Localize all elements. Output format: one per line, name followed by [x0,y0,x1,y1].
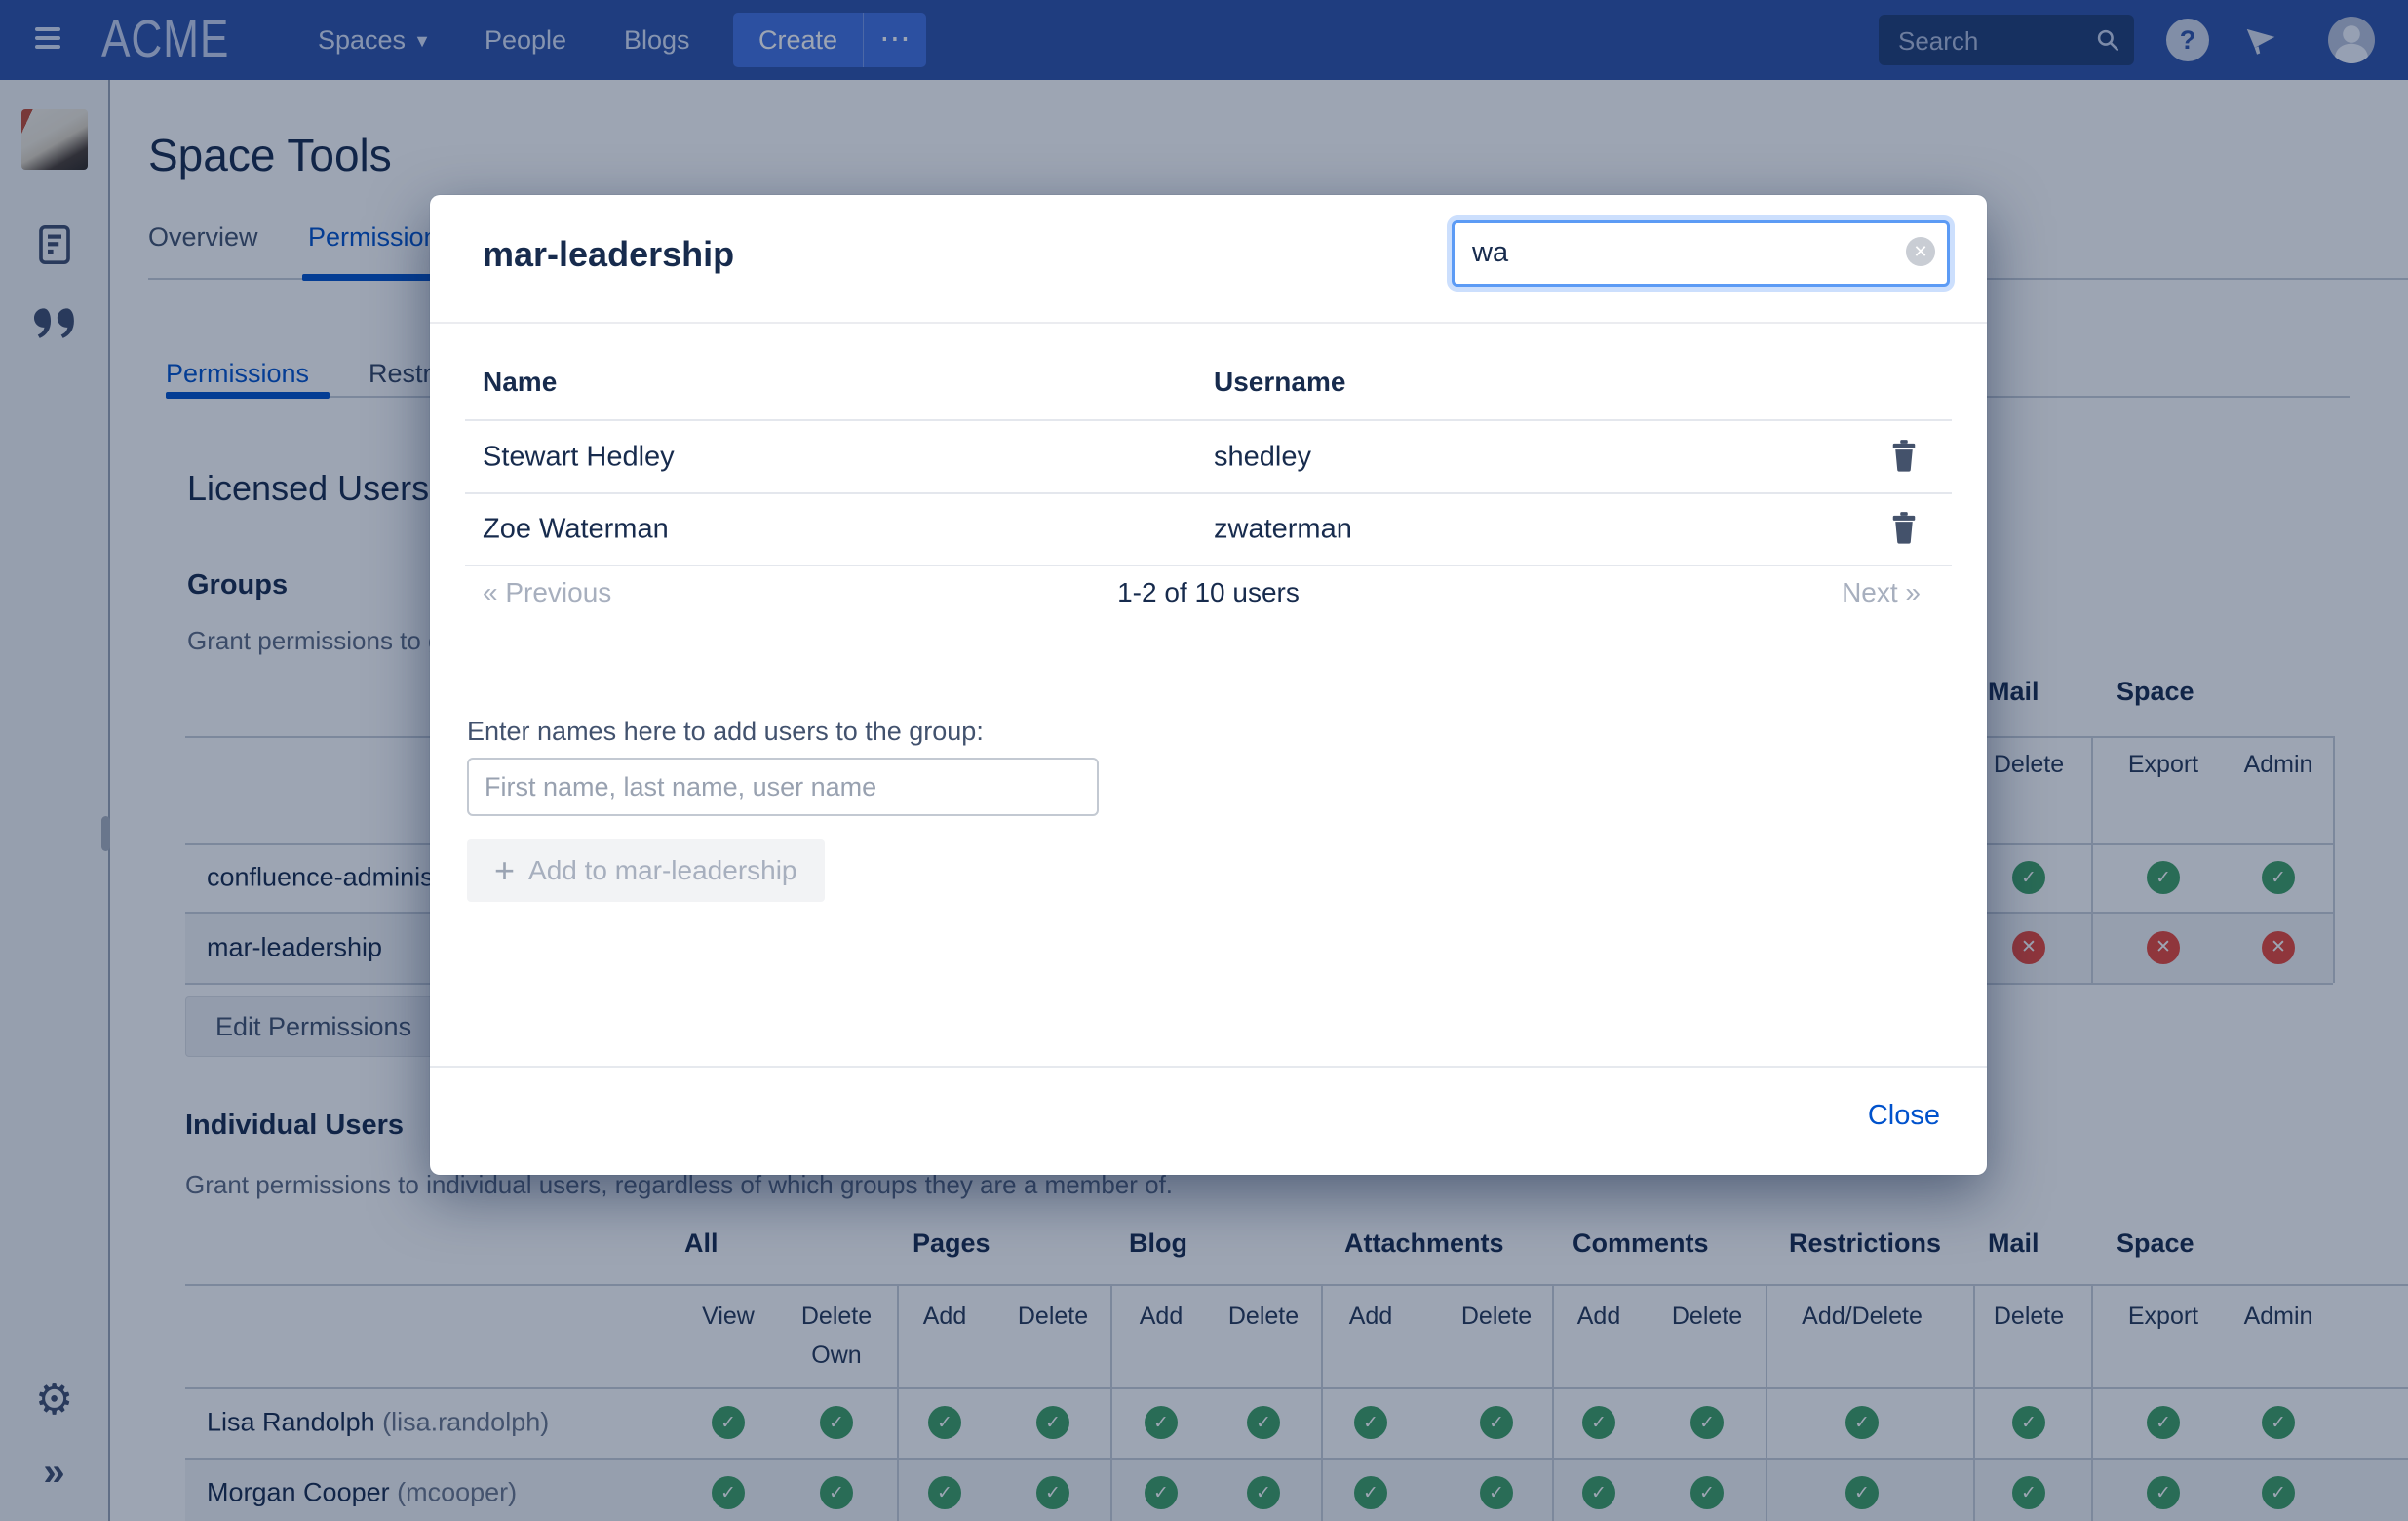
screen: ACME Spaces▼ People Blogs Create ⋯ ? ⚙ » [0,0,2408,1521]
dialog-title: mar-leadership [483,234,734,275]
members-header-divider [465,419,1952,421]
members-col-name: Name [483,367,557,398]
member-row-divider [465,492,1952,494]
plus-icon: + [494,853,515,888]
member-search-input[interactable] [1470,229,1884,276]
members-col-username: Username [1214,367,1345,398]
member-username: zwaterman [1214,514,1352,546]
member-username: shedley [1214,442,1311,474]
remove-member-button[interactable] [1889,512,1921,547]
member-row-divider [465,565,1952,566]
pagination-next[interactable]: Next » [1842,577,1921,608]
add-users-label: Enter names here to add users to the gro… [467,717,984,747]
trash-icon [1889,532,1919,549]
trash-icon [1889,460,1919,477]
pagination-status: 1-2 of 10 users [430,577,1987,608]
add-to-group-button[interactable]: + Add to mar-leadership [467,839,825,902]
member-name: Zoe Waterman [483,514,669,546]
clear-search-icon[interactable]: ✕ [1906,237,1935,266]
dialog-footer-divider [430,1066,1987,1068]
add-users-input[interactable] [467,758,1099,816]
member-search-box: ✕ [1452,220,1950,287]
dialog-header-divider [430,322,1987,324]
close-dialog-button[interactable]: Close [1868,1100,1940,1132]
group-members-dialog: mar-leadership ✕ Name Username Stewart H… [430,195,1987,1175]
member-name: Stewart Hedley [483,442,675,474]
remove-member-button[interactable] [1889,440,1921,475]
